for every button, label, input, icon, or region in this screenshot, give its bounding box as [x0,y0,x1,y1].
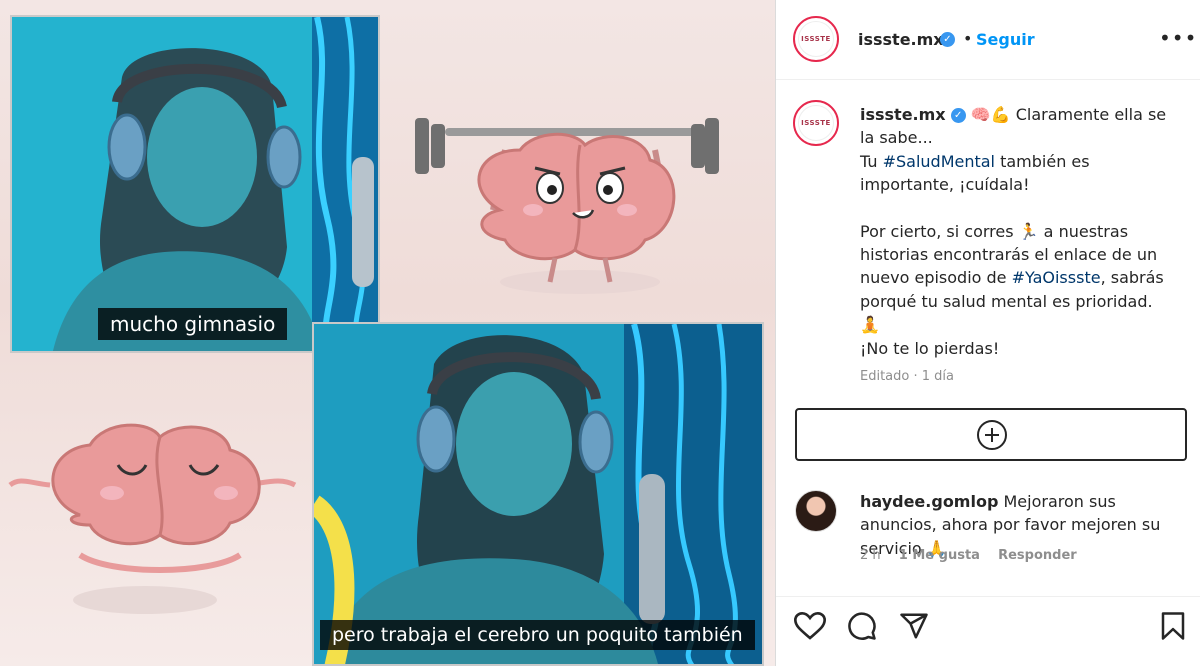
meditating-brain-illustration [8,423,297,614]
subtitle-caption-2: pero trabaja el cerebro un poquito tambi… [320,620,755,650]
meditate-emoji: 🧘 [860,315,880,335]
commenter-avatar[interactable] [795,490,837,532]
post-actions-bar [776,596,1200,666]
post-header: ISSSTE issste.mx ✓ • Seguir ••• [776,0,1200,80]
separator-dot: • [963,29,973,48]
caption-line-3-pre: Por cierto, si corres [860,221,1019,241]
comment-time: 2 h [860,548,881,563]
hashtag-yaoissste[interactable]: #YaOissste [1012,268,1101,287]
post-media[interactable]: mucho gimnasio pero trabaja el cerebro u… [0,0,775,666]
video-frame-bottom: pero trabaja el cerebro un poquito tambi… [312,322,764,666]
add-comment-button[interactable] [795,408,1187,461]
hashtag-saludmental[interactable]: #SaludMental [883,152,995,171]
follow-button[interactable]: Seguir [976,30,1035,49]
commenter-username[interactable]: haydee.gomlop [860,492,998,511]
more-options-icon[interactable]: ••• [1159,26,1197,50]
caption-username[interactable]: issste.mx [860,105,946,124]
verified-badge-icon: ✓ [940,32,955,47]
singer-image-top [12,17,378,351]
header-username[interactable]: issste.mx [858,30,944,49]
singer-image-bottom [314,324,762,664]
comment-meta: 2 h 1 Me gusta Responder [860,548,1091,563]
comment-icon[interactable] [846,611,878,641]
caption-line-2-pre: Tu [860,151,883,171]
account-avatar[interactable]: ISSSTE [793,16,839,62]
brain-muscle-emoji: 🧠💪 [970,105,1011,124]
video-frame-top: mucho gimnasio [10,15,380,353]
caption-avatar[interactable]: ISSSTE [793,100,839,146]
issste-logo-text: ISSSTE [801,119,831,127]
weightlifting-brain-illustration [415,118,719,294]
reply-button[interactable]: Responder [998,548,1077,563]
subtitle-caption-1: mucho gimnasio [98,308,288,340]
caption-line-4: ¡No te lo pierdas! [860,338,1000,358]
bookmark-icon[interactable] [1160,611,1186,641]
issste-logo-text: ISSSTE [801,35,831,43]
add-circle-icon [977,420,1007,450]
post-sidebar: ISSSTE issste.mx ✓ • Seguir ••• ISSSTE i… [775,0,1200,666]
runner-emoji: 🏃 [1018,221,1039,241]
send-icon[interactable] [899,611,929,641]
post-caption: issste.mx ✓ 🧠💪 Claramente ella se la sab… [860,103,1180,360]
comment-likes[interactable]: 1 Me gusta [899,548,980,563]
edited-timestamp: Editado · 1 día [860,369,954,384]
verified-badge-icon: ✓ [950,108,966,123]
heart-icon[interactable] [794,611,826,641]
